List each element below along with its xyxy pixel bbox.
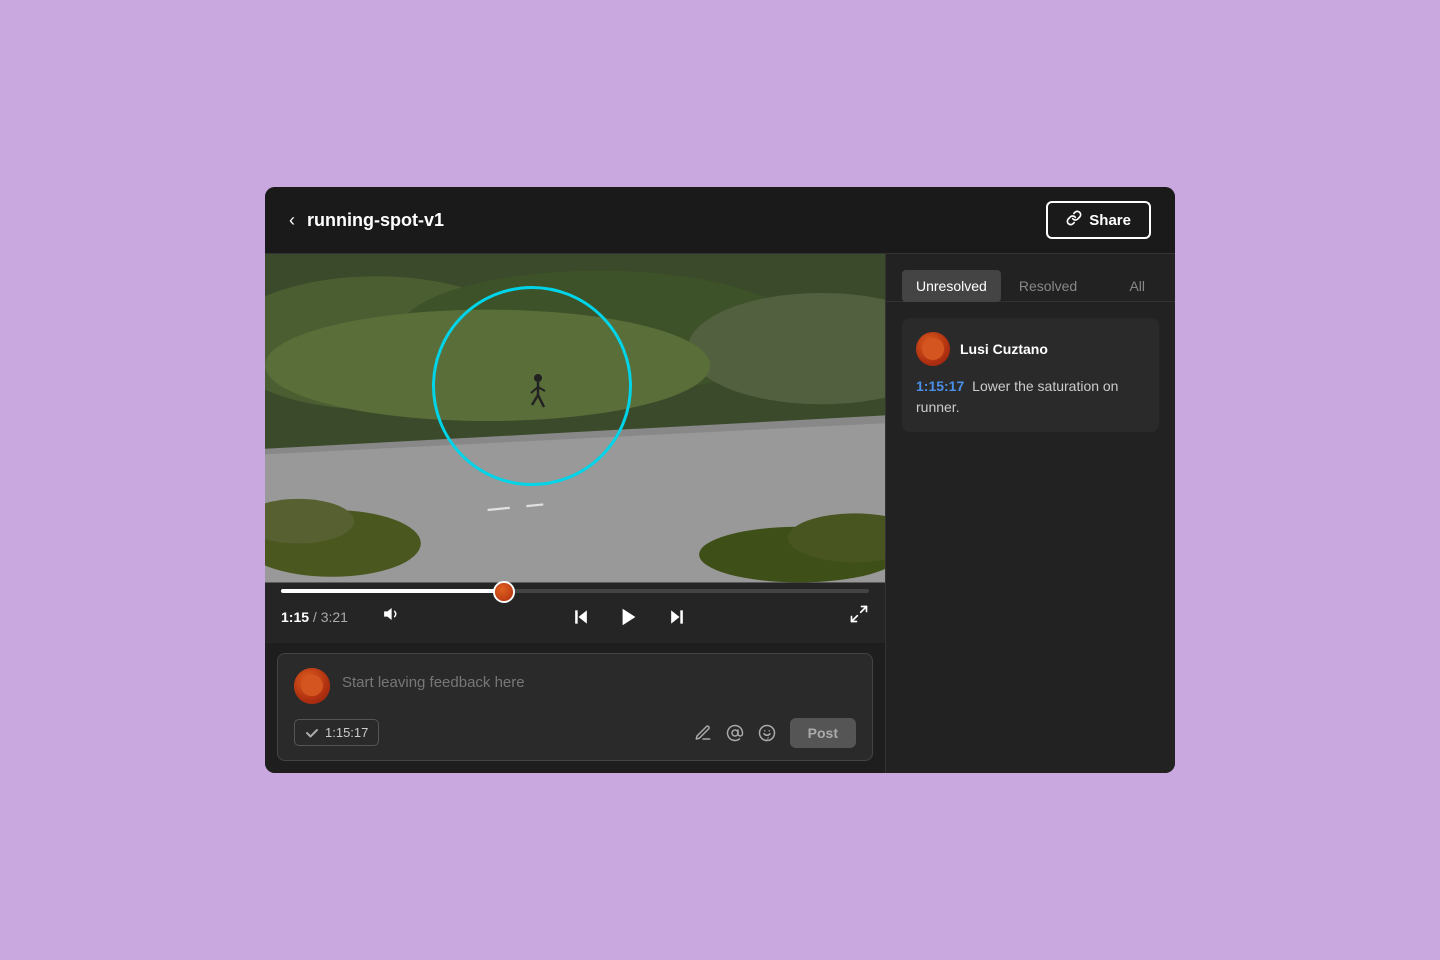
avatar-image [294, 668, 330, 704]
commenter-username: Lusi Cuztano [960, 341, 1048, 357]
progress-marker [493, 581, 515, 603]
rewind-button[interactable] [567, 603, 595, 631]
play-button[interactable] [615, 603, 643, 631]
feedback-footer: 1:15:17 [294, 718, 856, 748]
check-icon [305, 726, 319, 740]
controls-row: 1:15 / 3:21 [281, 603, 869, 631]
left-panel: 1:15 / 3:21 [265, 254, 885, 772]
header-left: ‹ running-spot-v1 [289, 210, 444, 231]
feedback-box: Start leaving feedback here 1:15:17 [277, 653, 873, 761]
comments-list: Lusi Cuztano 1:15:17 Lower the saturatio… [886, 302, 1175, 772]
current-user-avatar [294, 668, 330, 704]
draw-button[interactable] [694, 724, 712, 742]
comment-timestamp[interactable]: 1:15:17 [916, 378, 964, 394]
video-player[interactable] [265, 254, 885, 582]
video-background [265, 254, 885, 582]
back-button[interactable]: ‹ [289, 210, 295, 231]
progress-fill [281, 589, 504, 593]
tab-all[interactable]: All [1115, 270, 1159, 302]
tabs-row: Unresolved Resolved All [886, 254, 1175, 302]
right-panel: Unresolved Resolved All Lusi Cuztano 1:1… [885, 254, 1175, 772]
transport-buttons [409, 603, 849, 631]
comment-body: 1:15:17 Lower the saturation on runner. [916, 376, 1145, 418]
tab-resolved[interactable]: Resolved [1005, 270, 1091, 302]
app-container: ‹ running-spot-v1 Share [265, 187, 1175, 772]
main-content: 1:15 / 3:21 [265, 254, 1175, 772]
video-controls: 1:15 / 3:21 [265, 583, 885, 643]
fullscreen-button[interactable] [849, 604, 869, 629]
volume-button[interactable] [375, 605, 409, 628]
feedback-input-row: Start leaving feedback here [294, 668, 856, 704]
timestamp-checkbox[interactable]: 1:15:17 [294, 719, 379, 746]
share-button[interactable]: Share [1046, 201, 1151, 239]
time-display: 1:15 / 3:21 [281, 609, 371, 625]
comment-card: Lusi Cuztano 1:15:17 Lower the saturatio… [902, 318, 1159, 432]
emoji-button[interactable] [758, 724, 776, 742]
feedback-input[interactable]: Start leaving feedback here [342, 668, 856, 691]
timestamp-value: 1:15:17 [325, 725, 368, 740]
header: ‹ running-spot-v1 Share [265, 187, 1175, 254]
time-current: 1:15 [281, 609, 309, 625]
tab-unresolved[interactable]: Unresolved [902, 270, 1001, 302]
share-label: Share [1089, 212, 1131, 229]
comment-header: Lusi Cuztano [916, 332, 1145, 366]
share-icon [1066, 210, 1082, 230]
post-button[interactable]: Post [790, 718, 856, 748]
commenter-avatar [916, 332, 950, 366]
runner-figure [527, 373, 549, 411]
time-separator: / [313, 609, 317, 625]
progress-bar[interactable] [281, 589, 869, 593]
time-total: 3:21 [321, 609, 348, 625]
feedback-actions: Post [694, 718, 856, 748]
fast-forward-button[interactable] [663, 603, 691, 631]
mention-button[interactable] [726, 724, 744, 742]
file-title: running-spot-v1 [307, 210, 444, 231]
